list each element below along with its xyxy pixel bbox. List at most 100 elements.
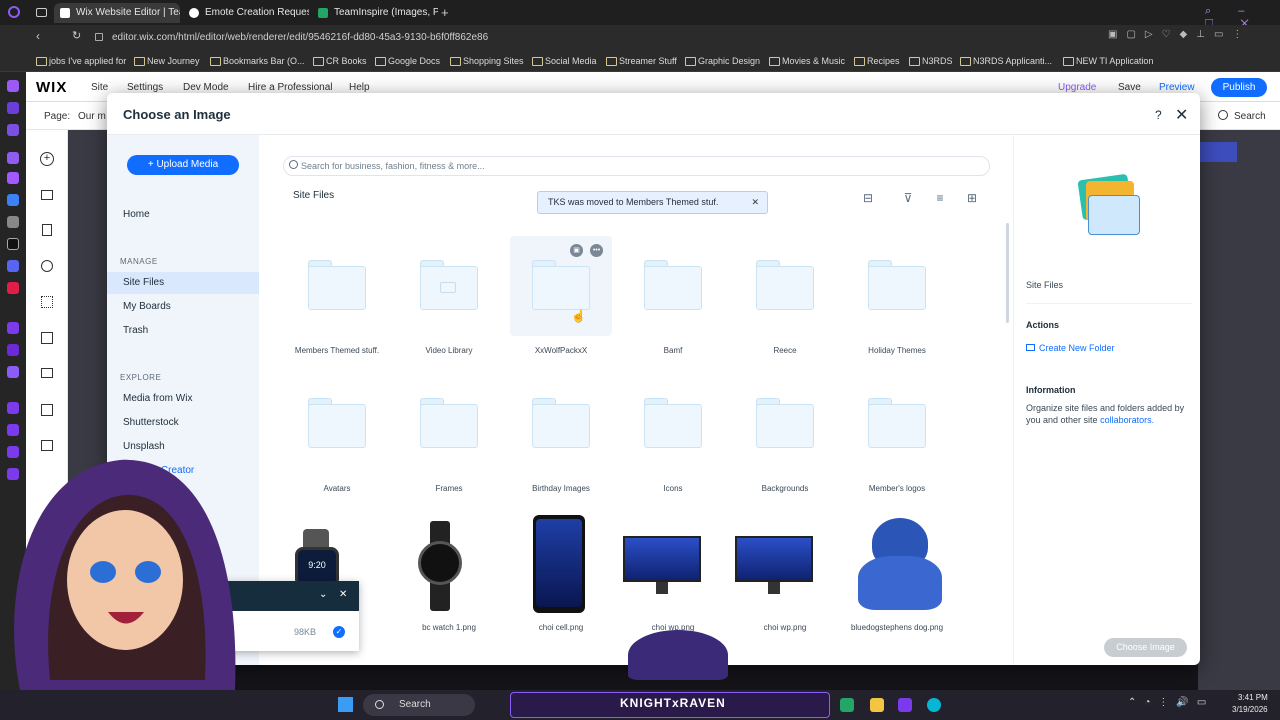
bookmark-item[interactable]: CR Books [313, 53, 367, 69]
page-selector[interactable]: Our m [78, 111, 106, 122]
bookmark-item[interactable]: Social Media [532, 53, 597, 69]
nav-my-boards[interactable]: My Boards [107, 296, 259, 318]
close-icon[interactable]: ✕ [1175, 105, 1188, 125]
image-thumb-choi-wp-2[interactable] [735, 536, 813, 596]
folder-reece[interactable] [756, 260, 814, 310]
help-icon[interactable]: ? [1155, 108, 1162, 122]
nav-home[interactable]: Home [107, 204, 259, 226]
grid-view-icon[interactable]: ⊞ [965, 191, 979, 205]
browser-tab-emote[interactable]: Emote Creation Request [183, 3, 309, 23]
dock-app-icon[interactable] [7, 216, 19, 228]
taskbar-app-icon[interactable] [927, 698, 941, 712]
dock-app-icon[interactable] [7, 172, 19, 184]
cms-icon[interactable] [41, 404, 53, 416]
image-thumb-choi-wp-1[interactable] [623, 536, 701, 596]
image-thumb-choi-cell[interactable] [533, 515, 585, 613]
wix-menu-hire[interactable]: Hire a Professional [248, 82, 332, 93]
dock-app-icon[interactable] [7, 322, 19, 334]
extensions-icons[interactable]: ▣▢▷♡◆⊥▭⋮ [1108, 29, 1251, 40]
folder-more-icon[interactable]: ••• [590, 244, 603, 257]
sections-icon[interactable] [41, 190, 53, 200]
wix-menu-devmode[interactable]: Dev Mode [183, 82, 229, 93]
dock-app-icon[interactable] [7, 366, 19, 378]
tab-actions-icon[interactable] [36, 8, 47, 17]
nav-trash[interactable]: Trash [107, 320, 259, 342]
folder-frames[interactable] [420, 398, 478, 448]
grid-scrollbar[interactable] [1006, 223, 1009, 323]
dock-app-icon[interactable] [7, 80, 19, 92]
collaborators-link[interactable]: collaborators. [1100, 415, 1154, 425]
bookmark-item[interactable]: Movies & Music [769, 53, 845, 69]
bookmark-item[interactable]: Google Docs [375, 53, 440, 69]
bookmark-item[interactable]: Recipes [854, 53, 900, 69]
taskbar-app-icon[interactable] [840, 698, 854, 712]
close-notification-icon[interactable]: ✕ [751, 192, 759, 213]
chevron-down-icon[interactable]: ⌄ [319, 589, 327, 600]
bookmark-item[interactable]: Shopping Sites [450, 53, 524, 69]
folder-video-library[interactable] [420, 260, 478, 310]
sort-icon[interactable]: ≡ [933, 191, 947, 205]
new-tab-icon[interactable]: + [441, 5, 449, 20]
upload-media-button[interactable]: + Upload Media [127, 155, 239, 175]
media-search-input[interactable]: Search for business, fashion, fitness & … [283, 156, 990, 176]
media-icon[interactable] [41, 368, 53, 378]
url-text[interactable]: editor.wix.com/html/editor/web/renderer/… [112, 30, 488, 46]
publish-button[interactable]: Publish [1211, 78, 1267, 97]
folder-bamf[interactable] [644, 260, 702, 310]
preview-button[interactable]: Preview [1159, 82, 1195, 93]
dock-app-icon[interactable] [7, 124, 19, 136]
wix-menu-settings[interactable]: Settings [127, 82, 163, 93]
taskbar-app-icon[interactable] [870, 698, 884, 712]
wix-menu-help[interactable]: Help [349, 82, 370, 93]
add-icon[interactable]: + [40, 152, 54, 166]
folder-icons[interactable] [644, 398, 702, 448]
dock-app-icon[interactable] [7, 194, 19, 206]
folder-members-logos[interactable] [868, 398, 926, 448]
browser-logo-icon[interactable] [8, 6, 20, 18]
browser-tab-wix[interactable]: Wix Website Editor | Team [54, 3, 180, 23]
dock-app-icon[interactable] [7, 402, 19, 414]
taskbar-search[interactable]: Search [363, 694, 475, 716]
wix-menu-site[interactable]: Site [91, 82, 108, 93]
folder-info-icon[interactable]: ▣ [570, 244, 583, 257]
folder-members-themed[interactable] [308, 260, 366, 310]
bookmark-item[interactable]: NEW TI Application [1063, 53, 1153, 69]
start-icon[interactable] [338, 697, 353, 712]
dock-app-icon[interactable] [7, 282, 19, 294]
search-icon[interactable] [1218, 110, 1228, 120]
bookmark-item[interactable]: Graphic Design [685, 53, 760, 69]
folder-backgrounds[interactable] [756, 398, 814, 448]
dock-app-icon[interactable] [7, 238, 19, 250]
dock-app-icon[interactable] [7, 260, 19, 272]
folder-xxwolfpackxx[interactable] [532, 260, 590, 310]
design-icon[interactable] [41, 260, 53, 272]
upgrade-link[interactable]: Upgrade [1058, 82, 1096, 93]
clock-time[interactable]: 3:41 PM [1238, 693, 1268, 702]
nav-site-files[interactable]: Site Files [107, 272, 259, 294]
folder-holiday-themes[interactable] [868, 260, 926, 310]
editor-search-label[interactable]: Search [1234, 111, 1266, 122]
image-thumb-bluedog[interactable] [856, 518, 944, 610]
create-folder-link[interactable]: Create New Folder [1026, 343, 1115, 353]
pages-icon[interactable] [42, 224, 52, 236]
bookmark-item[interactable]: Streamer Stuff [606, 53, 677, 69]
dock-app-icon[interactable] [7, 152, 19, 164]
dock-app-icon[interactable] [7, 102, 19, 114]
bookmark-item[interactable]: Bookmarks Bar (O... [210, 53, 305, 69]
image-thumb-bc-watch[interactable] [416, 521, 464, 611]
bookmark-item[interactable]: New Journey [134, 53, 200, 69]
clock-date[interactable]: 3/19/2026 [1232, 705, 1268, 714]
bookmark-item[interactable]: jobs I've applied for [36, 53, 126, 69]
filter-icon[interactable]: ⊽ [901, 191, 915, 205]
folder-avatars[interactable] [308, 398, 366, 448]
browser-tab-teaminspire[interactable]: TeamInspire (Images, Post [312, 3, 438, 23]
dock-app-icon[interactable] [7, 344, 19, 356]
close-upload-icon[interactable]: ✕ [339, 589, 347, 600]
apps-icon[interactable] [41, 296, 53, 308]
choose-image-button[interactable]: Choose Image [1104, 638, 1187, 657]
folder-birthday-images[interactable] [532, 398, 590, 448]
bookmark-item[interactable]: N3RDS [909, 53, 953, 69]
save-button[interactable]: Save [1118, 82, 1141, 93]
reload-icon[interactable]: ↻ [72, 29, 81, 42]
new-folder-icon[interactable]: ⊟ [861, 191, 875, 205]
